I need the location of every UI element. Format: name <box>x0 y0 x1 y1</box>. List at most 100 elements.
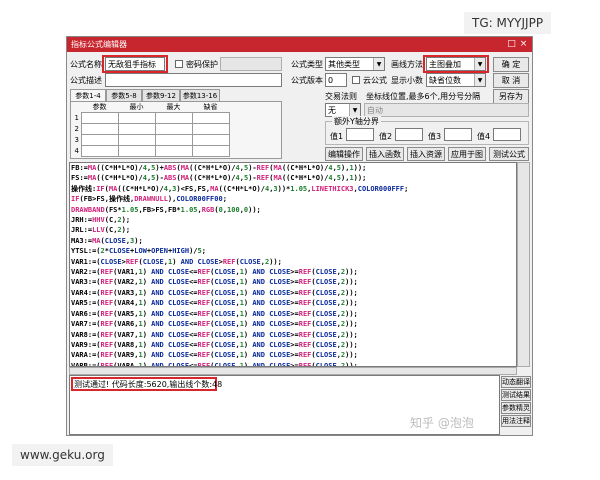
param-cell[interactable] <box>154 145 193 157</box>
param-panel: 参数 最小 最大 缺省 1 2 3 4 <box>70 101 282 159</box>
code-line: MA3:=MA(CLOSE,3); <box>71 236 143 245</box>
code-line: 操作线:IF(MA((C*H*L*O)/4,3)<FS,FS,MA((C*H*L… <box>71 184 409 193</box>
cloud-formula-label: 云公式 <box>363 76 387 85</box>
param-cell[interactable] <box>80 123 119 135</box>
decimals-value: 缺省位数 <box>429 76 461 85</box>
y-axis-label: 额外Y轴分界 <box>332 116 381 127</box>
apply-to-chart-button[interactable]: 应用于图 <box>448 147 486 161</box>
param-wizard-button[interactable]: 参数精灵 <box>501 402 531 414</box>
restore-icon[interactable]: □ <box>506 39 517 50</box>
code-line: VAR3:=(REF(VAR2,1) AND CLOSE<=REF(CLOSE,… <box>71 278 358 287</box>
param-cell[interactable] <box>191 145 230 157</box>
code-line: FS:=MA((C*H*L*O)/4,5)-ABS(MA((C*H*L*O)/4… <box>71 174 367 183</box>
cancel-button[interactable]: 取 消 <box>493 73 529 88</box>
tab-params-9-12[interactable]: 参数9-12 <box>142 89 180 101</box>
output-panel: 测试通过! 代码长度:5620,输出线个数:48 知乎 @泡泡 <box>69 375 500 435</box>
formula-code-editor[interactable]: FB:=MA((C*H*L*O)/4,5)+ABS(MA((C*H*L*O)/4… <box>69 162 517 367</box>
close-icon[interactable]: × <box>518 39 529 50</box>
horizontal-scrollbar[interactable] <box>69 367 517 375</box>
watermark-top: TG: MYYJJPP <box>464 12 552 34</box>
val2-input[interactable] <box>395 128 423 141</box>
param-cell[interactable] <box>191 112 230 124</box>
code-line: VAR2:=(REF(VAR1,1) AND CLOSE<=REF(CLOSE,… <box>71 268 358 277</box>
param-cell[interactable] <box>117 123 156 135</box>
formula-type-value: 其他类型 <box>328 60 360 69</box>
formula-name-input[interactable]: 无敌狙手指标 <box>105 57 165 71</box>
code-line: DRAWBAND(FS*1.05,FB>FS,FB*1.05,RGB(0,100… <box>71 205 261 214</box>
val3-input[interactable] <box>444 128 472 141</box>
code-line: VAR8:=(REF(VAR7,1) AND CLOSE<=REF(CLOSE,… <box>71 330 358 339</box>
param-cell[interactable] <box>154 123 193 135</box>
draw-method-select[interactable]: 主图叠加 ▼ <box>426 57 486 71</box>
code-line: JRL:=LLV(C,2); <box>71 226 131 235</box>
usage-notes-button[interactable]: 用法注释 <box>501 415 531 427</box>
val4-label: 值4 <box>477 132 491 141</box>
code-line: JRH:=HHV(C,2); <box>71 216 131 225</box>
param-header-min: 最小 <box>129 103 144 111</box>
formula-type-label: 公式类型 <box>291 60 323 69</box>
tab-params-1-4[interactable]: 参数1-4 <box>70 89 106 101</box>
param-cell[interactable] <box>80 112 119 124</box>
test-formula-button[interactable]: 测试公式 <box>489 147 529 161</box>
param-cell[interactable] <box>191 123 230 135</box>
param-header-max: 最大 <box>166 103 181 111</box>
password-input[interactable] <box>220 57 282 71</box>
param-cell[interactable] <box>191 134 230 146</box>
y-axis-group: 额外Y轴分界 值1 值2 值3 值4 <box>325 116 529 145</box>
formula-desc-label: 公式描述 <box>70 76 102 85</box>
code-line: VARA:=(REF(VAR9,1) AND CLOSE<=REF(CLOSE,… <box>71 351 358 360</box>
formula-version-input[interactable]: 0 <box>325 73 347 87</box>
watermark-bottom: www.geku.org <box>12 444 113 466</box>
decimals-select[interactable]: 缺省位数 ▼ <box>426 73 486 87</box>
title-bar: 指标公式编辑器 □ × <box>67 37 532 52</box>
param-grid: 参数 最小 最大 缺省 1 2 3 4 <box>73 102 230 157</box>
password-checkbox[interactable] <box>175 60 183 68</box>
chevron-down-icon: ▼ <box>474 74 485 86</box>
zhihu-watermark: 知乎 @泡泡 <box>410 416 474 430</box>
code-line: IF(FB>FS,操作线,DRAWNULL),COLOR00FF00; <box>71 195 227 204</box>
val1-input[interactable] <box>346 128 374 141</box>
code-line: YTSL:=(2*CLOSE+LOW+OPEN+HIGH)/5; <box>71 247 206 256</box>
param-cell[interactable] <box>117 145 156 157</box>
code-line: VAR5:=(REF(VAR4,1) AND CLOSE<=REF(CLOSE,… <box>71 299 358 308</box>
param-cell[interactable] <box>154 112 193 124</box>
param-cell[interactable] <box>154 134 193 146</box>
ok-button[interactable]: 确 定 <box>493 57 529 72</box>
param-cell[interactable] <box>117 112 156 124</box>
trade-rule-select[interactable]: 无 ▼ <box>325 103 361 117</box>
test-result-button[interactable]: 测试结果 <box>501 389 531 401</box>
insert-resource-button[interactable]: 插入资源 <box>407 147 445 161</box>
formula-type-select[interactable]: 其他类型 ▼ <box>325 57 385 71</box>
code-line: VAR4:=(REF(VAR3,1) AND CLOSE<=REF(CLOSE,… <box>71 288 358 297</box>
formula-desc-input[interactable] <box>105 73 282 87</box>
save-as-button[interactable]: 另存为 <box>493 89 529 104</box>
code-line: VAR6:=(REF(VAR5,1) AND CLOSE<=REF(CLOSE,… <box>71 309 358 318</box>
param-row-number: 1 <box>74 114 79 122</box>
coord-input[interactable]: 自动 <box>364 103 529 117</box>
param-header-name: 参数 <box>92 103 107 111</box>
val2-label: 值2 <box>379 132 393 141</box>
cloud-formula-checkbox[interactable] <box>352 76 360 84</box>
draw-method-value: 主图叠加 <box>429 60 461 69</box>
val1-label: 值1 <box>330 132 344 141</box>
insert-function-button[interactable]: 插入函数 <box>366 147 404 161</box>
vertical-scrollbar[interactable] <box>517 162 530 367</box>
trade-rule-label: 交易法则 <box>325 92 357 101</box>
param-cell[interactable] <box>117 134 156 146</box>
dynamic-translate-button[interactable]: 动态翻译 <box>501 376 531 388</box>
val4-input[interactable] <box>493 128 521 141</box>
output-status-text: 测试通过! 代码长度:5620,输出线个数:48 <box>74 380 223 389</box>
tab-params-13-16[interactable]: 参数13-16 <box>180 89 220 101</box>
param-cell[interactable] <box>80 134 119 146</box>
code-line: FB:=MA((C*H*L*O)/4,5)+ABS(MA((C*H*L*O)/4… <box>71 164 367 172</box>
password-label: 密码保护 <box>186 60 218 69</box>
param-cell[interactable] <box>80 145 119 157</box>
param-row-number: 3 <box>74 136 79 144</box>
decimals-label: 显示小数 <box>391 76 423 85</box>
edit-ops-button[interactable]: 编辑操作 <box>325 147 363 161</box>
tab-params-5-8[interactable]: 参数5-8 <box>106 89 142 101</box>
formula-name-label: 公式名称 <box>70 60 102 69</box>
draw-method-label: 画线方法 <box>391 60 423 69</box>
code-line: VAR9:=(REF(VAR8,1) AND CLOSE<=REF(CLOSE,… <box>71 340 358 349</box>
param-header-default: 缺省 <box>203 103 218 111</box>
